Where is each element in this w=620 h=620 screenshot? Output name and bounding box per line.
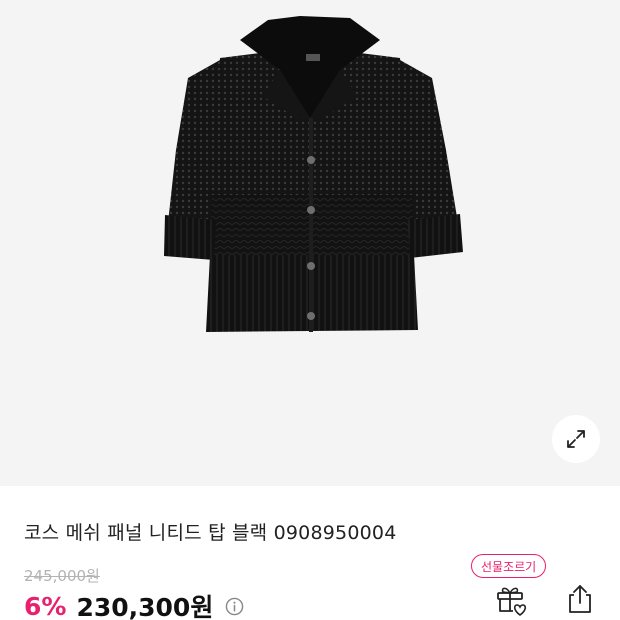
expand-button[interactable] (552, 415, 600, 463)
gift-heart-icon (497, 587, 527, 616)
gift-request-badge[interactable]: 선물조르기 (471, 554, 547, 578)
gift-button[interactable] (494, 582, 528, 616)
product-title: 코스 메쉬 패널 니티드 탑 블랙 0908950004 (24, 522, 397, 544)
original-price: 245,000원 (24, 567, 100, 585)
share-button[interactable] (563, 582, 597, 616)
expand-icon (567, 430, 585, 448)
info-icon[interactable] (225, 597, 244, 616)
share-icon (569, 585, 591, 613)
discount-rate: 6% (24, 591, 67, 620)
product-image (164, 16, 463, 332)
product-info: 코스 메쉬 패널 니티드 탑 블랙 0908950004 245,000원 6%… (0, 486, 620, 620)
product-image-area[interactable] (0, 0, 620, 486)
price-row: 6% 230,300원 (24, 588, 244, 620)
sale-price: 230,300원 (76, 593, 214, 620)
